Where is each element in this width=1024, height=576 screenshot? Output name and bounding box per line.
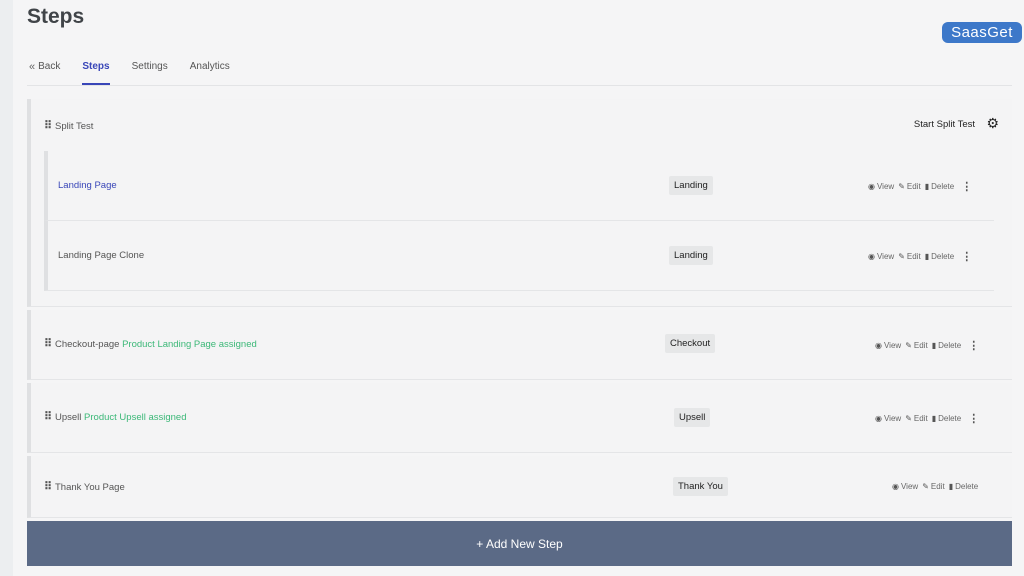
tab-analytics[interactable]: Analytics	[190, 58, 230, 85]
view-label: View	[883, 414, 902, 423]
pencil-icon: ✎	[905, 341, 912, 350]
split-page-name-link[interactable]: Landing Page	[58, 180, 117, 191]
more-options-icon[interactable]: ⋮	[961, 180, 972, 193]
tab-settings-label: Settings	[131, 61, 168, 72]
view-label: View	[883, 341, 902, 350]
more-options-icon[interactable]: ⋮	[968, 412, 979, 425]
tab-steps[interactable]: Steps	[82, 58, 110, 85]
step-type-badge: Landing	[669, 176, 713, 195]
step-row-upsell: ⠿ Upsell Product Upsell assigned Upsell …	[27, 383, 1012, 453]
pencil-icon: ✎	[898, 252, 905, 261]
page-title: Steps	[27, 5, 85, 28]
drag-handle-icon[interactable]: ⠿	[44, 337, 52, 350]
view-button[interactable]: ◉ View	[875, 341, 901, 350]
trash-icon: ▮	[931, 341, 937, 350]
step-row-checkout: ⠿ Checkout-page Product Landing Page ass…	[27, 310, 1012, 380]
start-split-test-button[interactable]: Start Split Test	[914, 119, 975, 130]
step-title: Thank You Page	[55, 482, 125, 493]
more-options-icon[interactable]: ⋮	[968, 339, 979, 352]
step-type-badge: Checkout	[665, 334, 716, 353]
view-button[interactable]: ◉ View	[892, 482, 918, 491]
tab-bar: « Back Steps Settings Analytics	[29, 58, 252, 86]
watermark-logo: SaasGet	[942, 22, 1022, 43]
delete-label: Delete	[931, 252, 955, 261]
eye-icon: ◉	[868, 252, 875, 261]
left-sidebar-strip	[0, 0, 13, 576]
step-name: Thank You Page	[55, 482, 125, 493]
edit-label: Edit	[906, 182, 921, 191]
pencil-icon: ✎	[898, 182, 905, 191]
edit-label: Edit	[913, 414, 928, 423]
drag-handle-icon[interactable]: ⠿	[44, 119, 52, 132]
view-label: View	[876, 252, 895, 261]
eye-icon: ◉	[875, 341, 882, 350]
step-title: Upsell Product Upsell assigned	[55, 412, 187, 423]
assigned-product-label: Product Upsell assigned	[84, 412, 187, 423]
trash-icon: ▮	[931, 414, 937, 423]
delete-button[interactable]: ▮ Delete	[932, 414, 962, 423]
eye-icon: ◉	[868, 182, 875, 191]
step-type-badge: Landing	[669, 246, 713, 265]
tabs-divider	[27, 85, 1012, 86]
row-actions: ◉ View ✎ Edit ▮ Delete ⋮	[868, 180, 972, 193]
split-page-row: Landing Page Clone Landing ◉ View ✎ Edit ▮…	[44, 221, 994, 291]
step-name: Upsell	[55, 412, 82, 423]
split-test-group: ⠿ Split Test Start Split Test ⚙ Landing …	[27, 99, 1012, 307]
delete-label: Delete	[938, 341, 962, 350]
delete-button[interactable]: ▮ Delete	[925, 252, 955, 261]
add-new-step-button[interactable]: + Add New Step	[27, 521, 1012, 566]
view-button[interactable]: ◉ View	[868, 182, 894, 191]
tab-back[interactable]: « Back	[29, 58, 60, 85]
edit-button[interactable]: ✎ Edit	[905, 414, 928, 423]
edit-button[interactable]: ✎ Edit	[922, 482, 945, 491]
gear-icon[interactable]: ⚙	[986, 115, 999, 132]
delete-button[interactable]: ▮ Delete	[932, 341, 962, 350]
step-title: Checkout-page Product Landing Page assig…	[55, 339, 257, 350]
edit-button[interactable]: ✎ Edit	[905, 341, 928, 350]
edit-label: Edit	[930, 482, 945, 491]
row-actions: ◉ View ✎ Edit ▮ Delete ⋮	[875, 339, 979, 352]
row-actions: ◉ View ✎ Edit ▮ Delete	[892, 482, 982, 491]
trash-icon: ▮	[948, 482, 954, 491]
row-actions: ◉ View ✎ Edit ▮ Delete ⋮	[875, 412, 979, 425]
tab-steps-label: Steps	[82, 61, 110, 72]
tab-back-label: Back	[38, 61, 61, 72]
view-label: View	[900, 482, 919, 491]
eye-icon: ◉	[892, 482, 899, 491]
row-actions: ◉ View ✎ Edit ▮ Delete ⋮	[868, 250, 972, 263]
delete-label: Delete	[931, 182, 955, 191]
view-button[interactable]: ◉ View	[868, 252, 894, 261]
double-chevron-left-icon: «	[29, 61, 36, 73]
step-type-badge: Thank You	[673, 477, 728, 496]
edit-label: Edit	[906, 252, 921, 261]
delete-label: Delete	[955, 482, 979, 491]
step-name: Checkout-page	[55, 339, 120, 350]
step-row-thank-you: ⠿ Thank You Page Thank You ◉ View ✎ Edit ▮…	[27, 456, 1012, 518]
edit-label: Edit	[913, 341, 928, 350]
more-options-icon[interactable]: ⋮	[961, 250, 972, 263]
delete-button[interactable]: ▮ Delete	[925, 182, 955, 191]
drag-handle-icon[interactable]: ⠿	[44, 480, 52, 493]
split-page-row: Landing Page Landing ◉ View ✎ Edit ▮ Delete…	[44, 151, 994, 221]
edit-button[interactable]: ✎ Edit	[898, 182, 921, 191]
view-button[interactable]: ◉ View	[875, 414, 901, 423]
pencil-icon: ✎	[905, 414, 912, 423]
pencil-icon: ✎	[922, 482, 929, 491]
step-type-badge: Upsell	[674, 408, 711, 427]
edit-button[interactable]: ✎ Edit	[898, 252, 921, 261]
split-test-title: Split Test	[55, 121, 94, 132]
drag-handle-icon[interactable]: ⠿	[44, 410, 52, 423]
trash-icon: ▮	[924, 252, 930, 261]
delete-label: Delete	[938, 414, 962, 423]
eye-icon: ◉	[875, 414, 882, 423]
tab-analytics-label: Analytics	[189, 61, 230, 72]
delete-button[interactable]: ▮ Delete	[949, 482, 979, 491]
assigned-product-label: Product Landing Page assigned	[122, 339, 257, 350]
trash-icon: ▮	[924, 182, 930, 191]
view-label: View	[876, 182, 895, 191]
tab-settings[interactable]: Settings	[132, 58, 168, 85]
split-page-name[interactable]: Landing Page Clone	[58, 250, 144, 261]
